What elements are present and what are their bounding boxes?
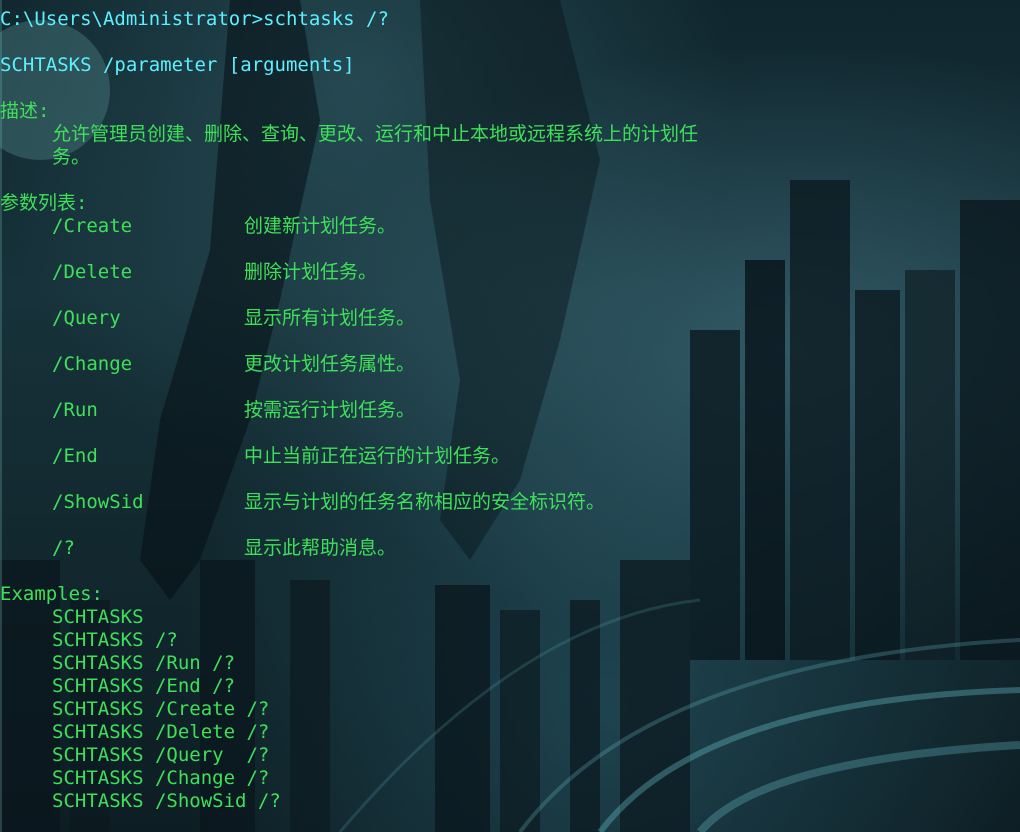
usage-line: SCHTASKS /parameter [arguments]	[0, 54, 355, 76]
param-desc: 显示与计划的任务名称相应的安全标识符。	[244, 491, 606, 513]
prompt-line: C:\Users\Administrator>schtasks /?	[0, 8, 389, 30]
command-prompt-output[interactable]: C:\Users\Administrator>schtasks /? SCHTA…	[0, 0, 1020, 832]
param-name: /Query	[52, 307, 121, 329]
param-desc: 中止当前正在运行的计划任务。	[244, 445, 511, 467]
param-name: /ShowSid	[52, 491, 144, 513]
param-name: /Create	[52, 215, 133, 237]
param-name: /Delete	[52, 261, 133, 283]
example-line: SCHTASKS /End /?	[52, 675, 236, 697]
example-line: SCHTASKS /ShowSid /?	[52, 790, 281, 812]
param-name: /Change	[52, 353, 133, 375]
param-desc: 显示所有计划任务。	[244, 307, 416, 329]
example-line: SCHTASKS /Query /?	[52, 744, 270, 766]
param-desc: 显示此帮助消息。	[244, 537, 397, 559]
params-heading: 参数列表:	[0, 192, 88, 214]
example-line: SCHTASKS	[52, 606, 144, 628]
example-line: SCHTASKS /Delete /?	[52, 721, 270, 743]
param-name: /Run	[52, 399, 98, 421]
description-heading: 描述:	[0, 100, 50, 122]
description-line-1: 允许管理员创建、删除、查询、更改、运行和中止本地或远程系统上的计划任	[52, 123, 699, 145]
param-desc: 删除计划任务。	[244, 261, 378, 283]
description-line-2: 务。	[52, 146, 91, 168]
param-name: /End	[52, 445, 98, 467]
example-line: SCHTASKS /Create /?	[52, 698, 270, 720]
examples-heading: Examples:	[0, 583, 103, 605]
example-line: SCHTASKS /Run /?	[52, 652, 236, 674]
param-desc: 创建新计划任务。	[244, 215, 397, 237]
example-line: SCHTASKS /?	[52, 629, 178, 651]
param-desc: 更改计划任务属性。	[244, 353, 416, 375]
param-name: /?	[52, 537, 75, 559]
example-line: SCHTASKS /Change /?	[52, 767, 270, 789]
param-desc: 按需运行计划任务。	[244, 399, 416, 421]
